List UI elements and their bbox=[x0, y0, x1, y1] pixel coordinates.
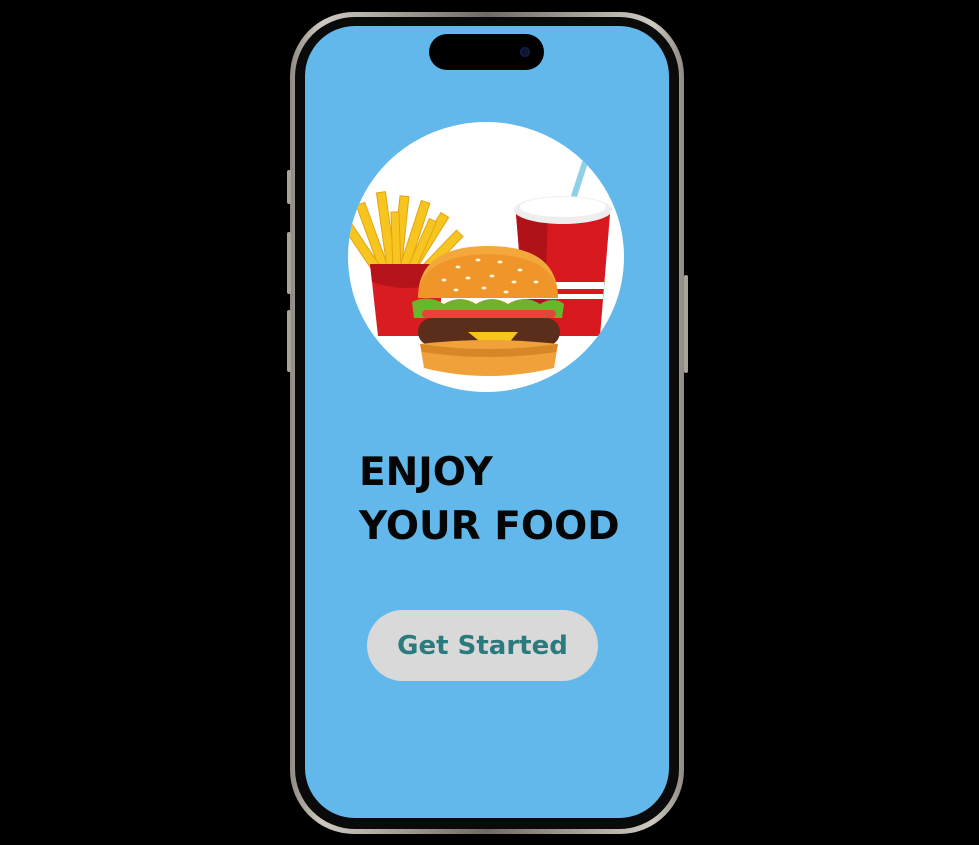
volume-down-button bbox=[287, 310, 291, 372]
front-camera-icon bbox=[520, 47, 530, 57]
app-screen: ENJOY YOUR FOOD Get Started bbox=[305, 26, 669, 818]
burger-icon bbox=[412, 246, 564, 376]
canvas: ENJOY YOUR FOOD Get Started bbox=[0, 0, 979, 845]
mute-switch bbox=[287, 170, 291, 204]
headline-line-1: ENJOY bbox=[359, 450, 493, 495]
food-illustration bbox=[348, 122, 624, 392]
headline-line-2: YOUR FOOD bbox=[359, 504, 620, 549]
get-started-button[interactable]: Get Started bbox=[367, 610, 598, 681]
volume-up-button bbox=[287, 232, 291, 294]
headline: ENJOY YOUR FOOD bbox=[359, 446, 659, 554]
dynamic-island bbox=[429, 34, 544, 70]
power-button bbox=[684, 275, 688, 373]
fast-food-illustration-icon bbox=[348, 152, 612, 376]
